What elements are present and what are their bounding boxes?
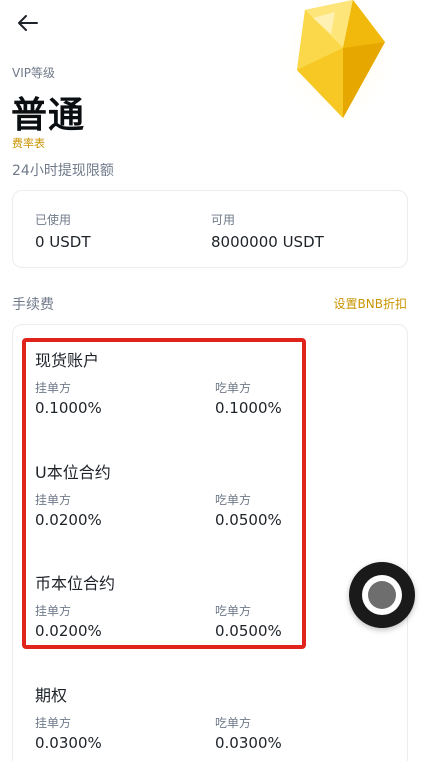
fees-title: 手续费: [12, 297, 54, 313]
section-title-options: 期权: [35, 686, 68, 705]
assistive-touch-icon: [362, 575, 402, 615]
used-label: 已使用: [35, 213, 72, 227]
maker-rate: 0.0300%: [35, 734, 102, 752]
highlight-annotation-box: [22, 338, 306, 649]
fee-table-link[interactable]: 费率表: [12, 135, 45, 151]
arrow-left-icon: [18, 15, 38, 31]
taker-label: 吃单方: [215, 716, 252, 730]
taker-rate: 0.0300%: [215, 734, 282, 752]
vip-level-value: 普通: [11, 95, 86, 136]
bnb-discount-link[interactable]: 设置BNB折扣: [334, 295, 407, 312]
floating-assistive-button[interactable]: [349, 562, 415, 628]
withdraw-limit-card: 已使用 0 USDT 可用 8000000 USDT: [12, 190, 408, 268]
available-value: 8000000 USDT: [211, 233, 324, 251]
vip-diamond-icon: [283, 0, 393, 128]
used-value: 0 USDT: [35, 233, 91, 251]
maker-label: 挂单方: [35, 716, 72, 730]
back-button[interactable]: [14, 10, 42, 36]
vip-level-label: VIP等级: [12, 66, 55, 80]
available-label: 可用: [211, 213, 236, 227]
withdraw-limit-title: 24小时提现限额: [12, 163, 114, 179]
